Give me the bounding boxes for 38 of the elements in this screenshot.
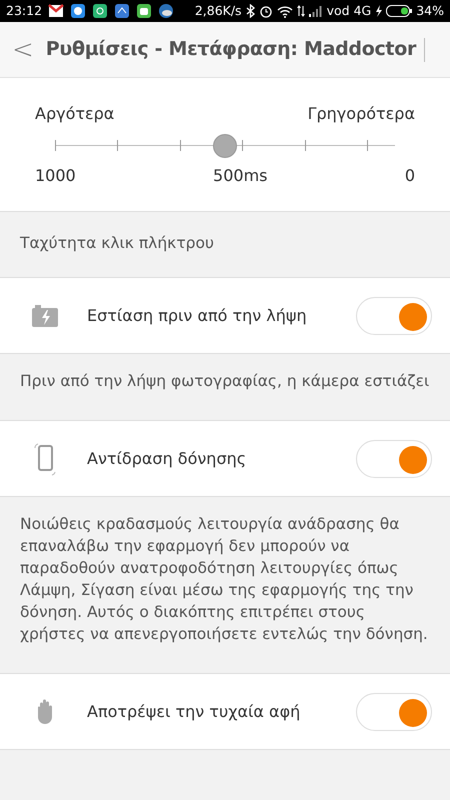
slider-label: Γρηγορότερα [308,103,415,125]
android-icon [136,3,152,19]
weather-icon [158,3,174,19]
battery-icon [386,5,412,17]
app-icon [92,3,108,19]
app-icon [114,3,130,19]
battery-text: 34% [416,2,444,20]
network-type-text: 4G [354,2,372,20]
chat-icon [70,3,86,19]
bluetooth-icon [246,4,255,18]
carrier-text: vod [326,2,350,20]
setting-label: Εστίαση πριν από την λήψη [87,304,307,326]
clock-text: 23:12 [6,2,42,20]
wifi-icon [276,4,293,18]
vibrating-phone-icon [33,442,57,476]
page-title: Ρυθμίσεις - Μετάφραση: Maddoctor [46,37,416,62]
signal-icon [308,5,323,17]
hand-icon [35,698,55,724]
slider-min-label: 1000 [35,165,76,187]
back-button[interactable]: < [12,36,38,62]
setting-label: Αποτρέψει την τυχαία αφή [87,700,300,722]
slider-thumb[interactable] [213,134,237,158]
toggle-switch[interactable] [356,296,432,334]
section-caption: Ταχύτητα κλικ πλήκτρου [20,234,214,252]
slider-label: Αργότερα [35,103,114,125]
toggle-switch[interactable] [356,440,432,478]
setting-description: Πριν από την λήψη φωτογραφίας, η κάμερα εστιάζει [20,371,430,392]
setting-description: Νοιώθεις κραδασμούς λειτουργία ανάδρασης θα επαναλάβω την εφαρμογή δεν μπορούν να παραδοθούν ανατροφοδότηση λειτουργίες όπως Λάμψη, Σίγαση είναι μέσω της εφαρμογής της την δόνηση. Αυτός ο διακόπτης επιτρέπει στους χρήστες να απενεργοποιήσετε εντελώς την δόνηση. [20,514,429,645]
toggle-switch[interactable] [356,692,432,730]
charging-icon [375,5,382,17]
flash-camera-icon [31,304,59,328]
slider-value: 500ms [213,165,268,187]
setting-label: Αντίδραση δόνησης [87,448,246,470]
data-arrows-icon [296,5,305,17]
slider-max-label: 0 [404,165,415,187]
network-speed-text: 2,86K/s [194,2,242,20]
mail-icon [48,3,64,19]
alarm-icon [258,4,273,18]
